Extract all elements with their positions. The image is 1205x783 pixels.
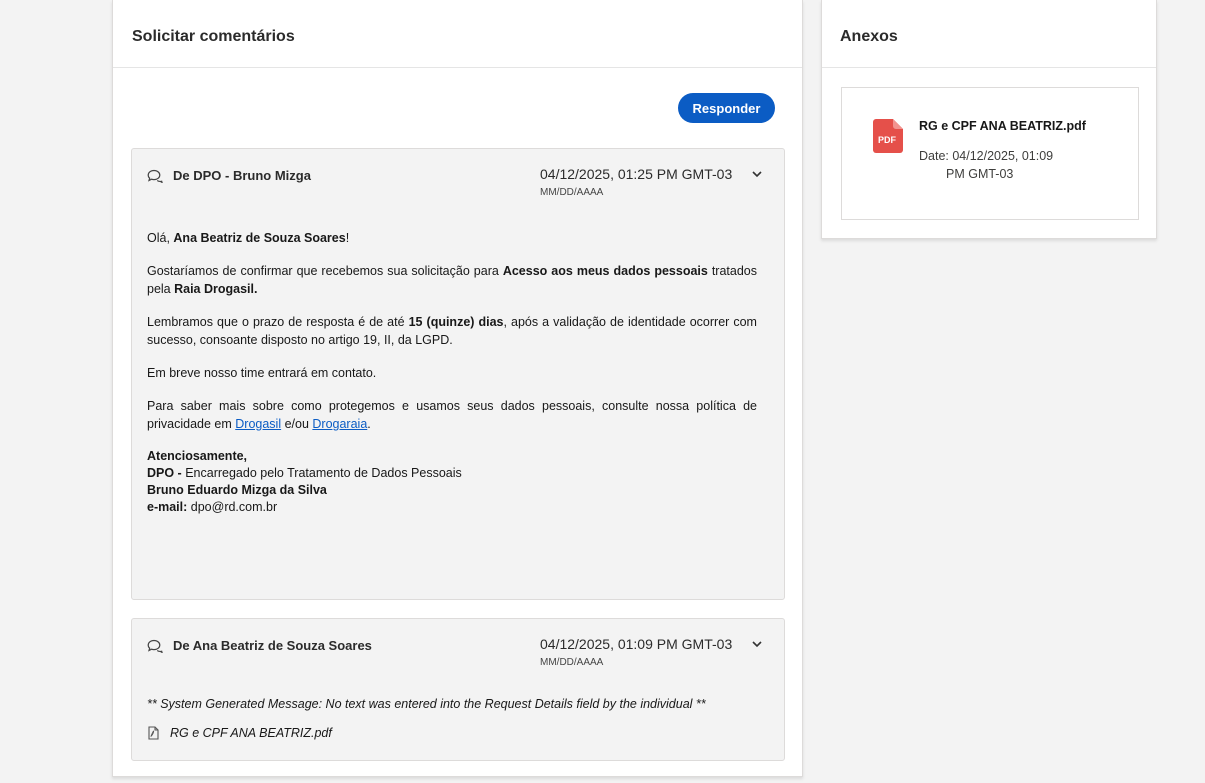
message-datetime: 04/12/2025, 01:25 PM GMT-03 [540,166,733,182]
chevron-down-icon[interactable] [749,166,765,182]
signature: Atenciosamente, DPO - Encarregado pelo T… [147,449,462,514]
file-tile[interactable]: PDF RG e CPF ANA BEATRIZ.pdf Date: 04/12… [841,87,1139,220]
drogasil-link[interactable]: Drogasil [235,417,281,431]
reply-button[interactable]: Responder [678,93,775,123]
message-item: De DPO - Bruno Mizga 04/12/2025, 01:25 P… [131,148,785,600]
attachments-card: Anexos PDF RG e CPF ANA BEATRIZ.pdf Date… [821,0,1157,239]
message-date-format: MM/DD/AAAA [540,657,604,668]
file-date: Date: 04/12/2025, 01:09 PM GMT-03 [919,149,1054,181]
request-feedback-title: Solicitar comentários [113,0,802,68]
message-body: Olá, Ana Beatriz de Souza Soares! Gostar… [147,231,757,514]
message-sender: De Ana Beatriz de Souza Soares [173,638,372,653]
request-feedback-card: Solicitar comentários Responder De DPO -… [112,0,803,777]
drogaraia-link[interactable]: Drogaraia [312,417,367,431]
system-message: ** System Generated Message: No text was… [147,697,706,711]
message-date-format: MM/DD/AAAA [540,187,604,198]
message-sender: De DPO - Bruno Mizga [173,168,311,183]
file-name[interactable]: RG e CPF ANA BEATRIZ.pdf [919,119,1086,133]
pdf-icon: PDF [873,119,903,153]
document-icon [148,726,159,740]
chevron-down-icon[interactable] [749,636,765,652]
pdf-icon-label: PDF [878,135,897,145]
chat-icon [147,169,163,183]
message-datetime: 04/12/2025, 01:09 PM GMT-03 [540,636,733,652]
chat-icon [147,639,163,653]
message-item: De Ana Beatriz de Souza Soares 04/12/202… [131,618,785,761]
attachments-title: Anexos [822,0,1156,68]
message-attachment[interactable]: RG e CPF ANA BEATRIZ.pdf [147,726,332,740]
attachment-link[interactable]: RG e CPF ANA BEATRIZ.pdf [170,726,332,740]
recipient-name: Ana Beatriz de Souza Soares [173,231,346,245]
